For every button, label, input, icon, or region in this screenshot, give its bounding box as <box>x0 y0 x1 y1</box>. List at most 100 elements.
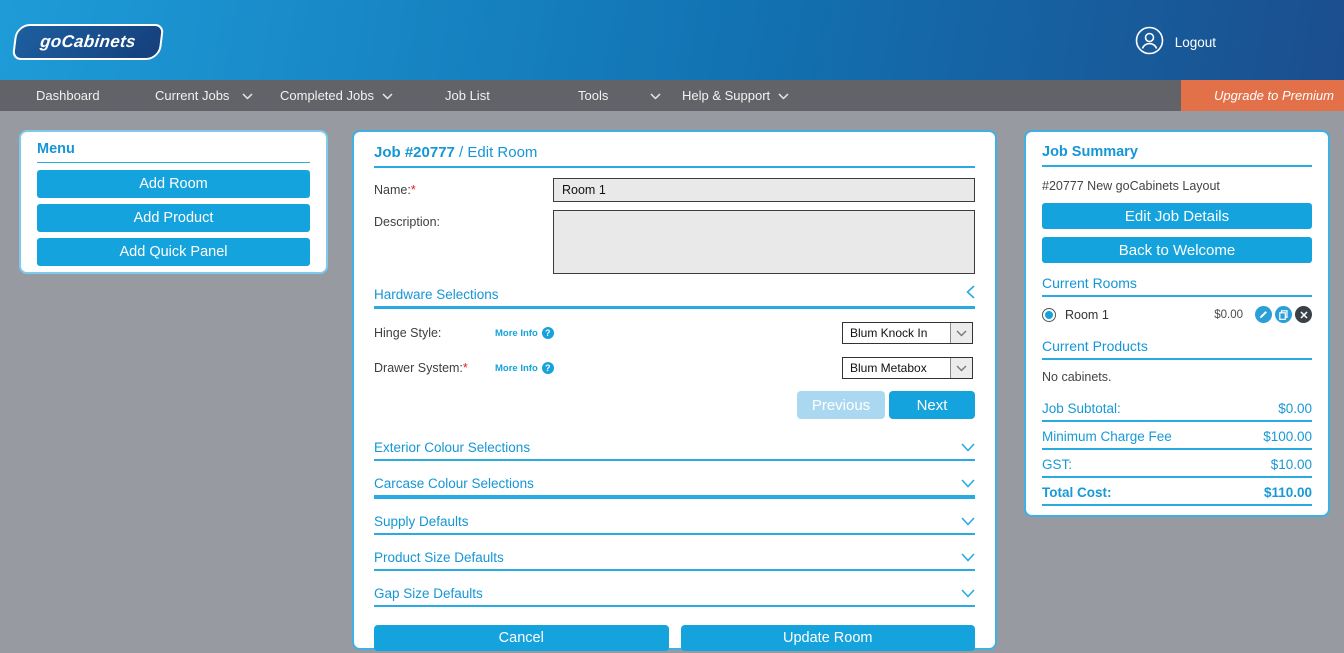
premium-label: Upgrade to Premium <box>1214 88 1334 103</box>
total-label: GST: <box>1042 457 1072 472</box>
edit-room-icon[interactable] <box>1255 306 1272 323</box>
chevron-down-icon <box>961 476 975 491</box>
room-name-input[interactable] <box>553 178 975 202</box>
help-icon: ? <box>542 362 554 374</box>
section-title: Gap Size Defaults <box>374 586 483 601</box>
section-title: Supply Defaults <box>374 514 469 529</box>
section-title: Hardware Selections <box>374 287 499 302</box>
chevron-down-icon <box>382 88 393 103</box>
section-carcase-colour[interactable]: Carcase Colour Selections <box>374 476 975 499</box>
edit-job-details-button[interactable]: Edit Job Details <box>1042 203 1312 229</box>
total-cost-row: Total Cost: $110.00 <box>1042 478 1312 506</box>
room-radio-selected[interactable] <box>1042 308 1056 322</box>
total-label: Job Subtotal: <box>1042 401 1121 416</box>
nav-current-jobs[interactable]: Current Jobs <box>155 80 253 111</box>
logout-label: Logout <box>1175 35 1216 50</box>
job-summary-panel: Job Summary #20777 New goCabinets Layout… <box>1024 130 1330 517</box>
back-to-welcome-button[interactable]: Back to Welcome <box>1042 237 1312 263</box>
chevron-down-icon <box>950 358 972 378</box>
delete-room-icon[interactable] <box>1295 306 1312 323</box>
description-label: Description: <box>374 210 553 229</box>
logout-button[interactable]: Logout <box>1135 26 1216 58</box>
required-asterisk: * <box>411 183 416 197</box>
job-subtotal-row: Job Subtotal: $0.00 <box>1042 394 1312 422</box>
chevron-down-icon <box>242 88 253 103</box>
menu-title: Menu <box>37 141 310 163</box>
room-name: Room 1 <box>1065 308 1109 322</box>
add-room-button[interactable]: Add Room <box>37 170 310 198</box>
chevron-down-icon <box>961 550 975 565</box>
more-info-link[interactable]: More Info ? <box>495 362 554 374</box>
duplicate-room-icon[interactable] <box>1275 306 1292 323</box>
add-quick-panel-button[interactable]: Add Quick Panel <box>37 238 310 266</box>
room-list-item: Room 1 $0.00 <box>1042 306 1312 323</box>
help-icon: ? <box>542 327 554 339</box>
selected-value: Blum Metabox <box>843 358 950 378</box>
total-value: $100.00 <box>1263 429 1312 444</box>
selected-value: Blum Knock In <box>843 323 950 343</box>
section-gap-size-defaults[interactable]: Gap Size Defaults <box>374 586 975 607</box>
menu-panel: Menu Add Room Add Product Add Quick Pane… <box>19 130 328 274</box>
chevron-left-icon <box>966 285 975 302</box>
nav-help-support[interactable]: Help & Support <box>682 80 789 111</box>
section-title: Product Size Defaults <box>374 550 504 565</box>
section-exterior-colour[interactable]: Exterior Colour Selections <box>374 440 975 461</box>
main-nav: Dashboard Current Jobs Completed Jobs Jo… <box>0 80 1344 111</box>
hinge-style-label: Hinge Style: <box>374 326 495 340</box>
update-room-button[interactable]: Update Room <box>681 625 976 651</box>
gst-row: GST: $10.00 <box>1042 450 1312 478</box>
previous-button[interactable]: Previous <box>797 391 885 419</box>
chevron-down-icon <box>961 440 975 455</box>
next-button[interactable]: Next <box>889 391 975 419</box>
cancel-button[interactable]: Cancel <box>374 625 669 651</box>
section-name: / Edit Room <box>455 144 538 161</box>
logo-text: goCabinets <box>39 32 137 52</box>
nav-dashboard[interactable]: Dashboard <box>36 80 100 111</box>
nav-label: Current Jobs <box>155 88 229 103</box>
nav-label: Tools <box>578 88 608 103</box>
no-products-text: No cabinets. <box>1042 370 1312 384</box>
page-title: Job #20777 / Edit Room <box>374 144 975 168</box>
current-rooms-heading: Current Rooms <box>1042 275 1312 297</box>
pagination-row: Previous Next <box>374 391 975 419</box>
total-value: $0.00 <box>1278 401 1312 416</box>
current-products-heading: Current Products <box>1042 338 1312 360</box>
nav-label: Job List <box>445 88 490 103</box>
nav-job-list[interactable]: Job List <box>445 80 490 111</box>
total-label: Total Cost: <box>1042 485 1112 500</box>
total-value: $110.00 <box>1264 485 1312 500</box>
room-actions <box>1255 306 1312 323</box>
drawer-system-select[interactable]: Blum Metabox <box>842 357 973 379</box>
section-hardware-selections[interactable]: Hardware Selections <box>374 285 975 309</box>
nav-label: Help & Support <box>682 88 770 103</box>
nav-tools[interactable]: Tools <box>578 80 661 111</box>
add-product-button[interactable]: Add Product <box>37 204 310 232</box>
description-row: Description: <box>374 210 975 274</box>
hinge-style-row: Hinge Style: More Info ? Blum Knock In <box>374 322 975 344</box>
more-info-link[interactable]: More Info ? <box>495 327 554 339</box>
section-supply-defaults[interactable]: Supply Defaults <box>374 514 975 535</box>
user-icon <box>1135 26 1164 58</box>
section-title: Carcase Colour Selections <box>374 476 534 491</box>
total-value: $10.00 <box>1271 457 1312 472</box>
chevron-down-icon <box>778 88 789 103</box>
name-row: Name:* <box>374 178 975 202</box>
chevron-down-icon <box>961 586 975 601</box>
section-title: Exterior Colour Selections <box>374 440 530 455</box>
form-actions: Cancel Update Room <box>374 625 975 651</box>
nav-label: Completed Jobs <box>280 88 374 103</box>
upgrade-premium-button[interactable]: Upgrade to Premium <box>1181 80 1344 111</box>
chevron-down-icon <box>950 323 972 343</box>
drawer-system-row: Drawer System:* More Info ? Blum Metabox <box>374 357 975 379</box>
chevron-down-icon <box>961 514 975 529</box>
chevron-down-icon <box>650 88 661 103</box>
gocabinets-logo[interactable]: goCabinets <box>12 24 164 60</box>
nav-label: Dashboard <box>36 88 100 103</box>
nav-completed-jobs[interactable]: Completed Jobs <box>280 80 393 111</box>
section-product-size-defaults[interactable]: Product Size Defaults <box>374 550 975 571</box>
drawer-system-label: Drawer System:* <box>374 361 495 375</box>
hinge-style-select[interactable]: Blum Knock In <box>842 322 973 344</box>
total-label: Minimum Charge Fee <box>1042 429 1172 444</box>
job-summary-title: Job Summary <box>1042 144 1312 167</box>
room-description-textarea[interactable] <box>553 210 975 274</box>
